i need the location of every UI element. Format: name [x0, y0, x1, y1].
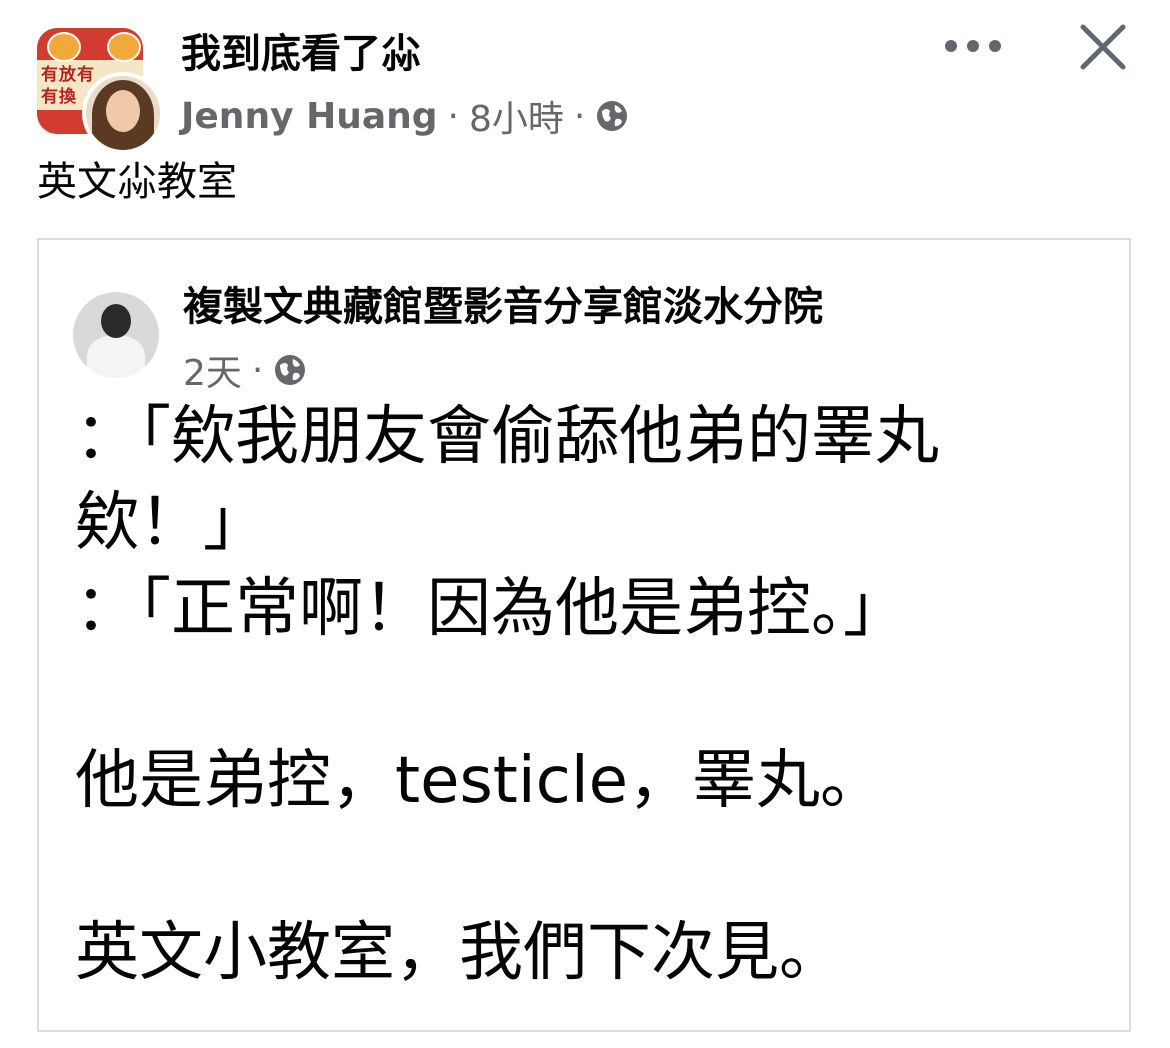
close-icon[interactable] [1078, 22, 1128, 72]
shared-post-card[interactable]: 複製文典藏館暨影音分享館淡水分院 2天 · ：「欸我朋友會偷舔他弟的睪丸 欸！」… [37, 238, 1131, 1032]
post-time[interactable]: 8小時 [469, 90, 564, 142]
body-line: 他是弟控，testicle，睪丸。 [75, 744, 885, 818]
body-line: 英文小教室，我們下次見。 [75, 916, 843, 990]
post-header: 有放有 有換 我到底看了尛 Jenny Huang · 8小時 · [0, 0, 1170, 154]
more-horizontal-icon [967, 40, 979, 52]
more-options-button[interactable] [945, 26, 1001, 66]
tiger-icon [107, 32, 141, 62]
avatar-head [101, 304, 131, 338]
body-line: 欸！」 [75, 486, 267, 560]
page-avatar[interactable] [73, 292, 159, 378]
meta-separator: · [447, 95, 459, 137]
author-name[interactable]: Jenny Huang [181, 96, 438, 137]
avatar-body [87, 336, 145, 378]
shared-post-time[interactable]: 2天 [183, 344, 242, 396]
author-avatar[interactable] [82, 72, 164, 154]
post-caption: 英文尛教室 [37, 159, 237, 205]
post-meta: Jenny Huang · 8小時 · [181, 92, 629, 140]
body-blank-line [75, 824, 1115, 910]
body-blank-line [75, 652, 1115, 738]
body-line: ：「欸我朋友會偷舔他弟的睪丸 [75, 400, 939, 474]
more-horizontal-icon [945, 40, 957, 52]
globe-icon [275, 355, 306, 385]
globe-icon [597, 101, 628, 131]
shared-page-name[interactable]: 複製文典藏館暨影音分享館淡水分院 [183, 280, 823, 334]
shared-post-meta: 2天 · [183, 344, 307, 396]
meta-separator: · [573, 95, 586, 137]
more-horizontal-icon [989, 40, 1001, 52]
shared-post-body: ：「欸我朋友會偷舔他弟的睪丸 欸！」 ：「正常啊！因為他是弟控。」 他是弟控，t… [75, 394, 1115, 996]
tiger-icon [47, 32, 81, 62]
group-name[interactable]: 我到底看了尛 [181, 28, 421, 80]
meta-separator: · [251, 349, 264, 391]
avatar-face [106, 90, 140, 132]
body-line: ：「正常啊！因為他是弟控。」 [75, 572, 907, 646]
